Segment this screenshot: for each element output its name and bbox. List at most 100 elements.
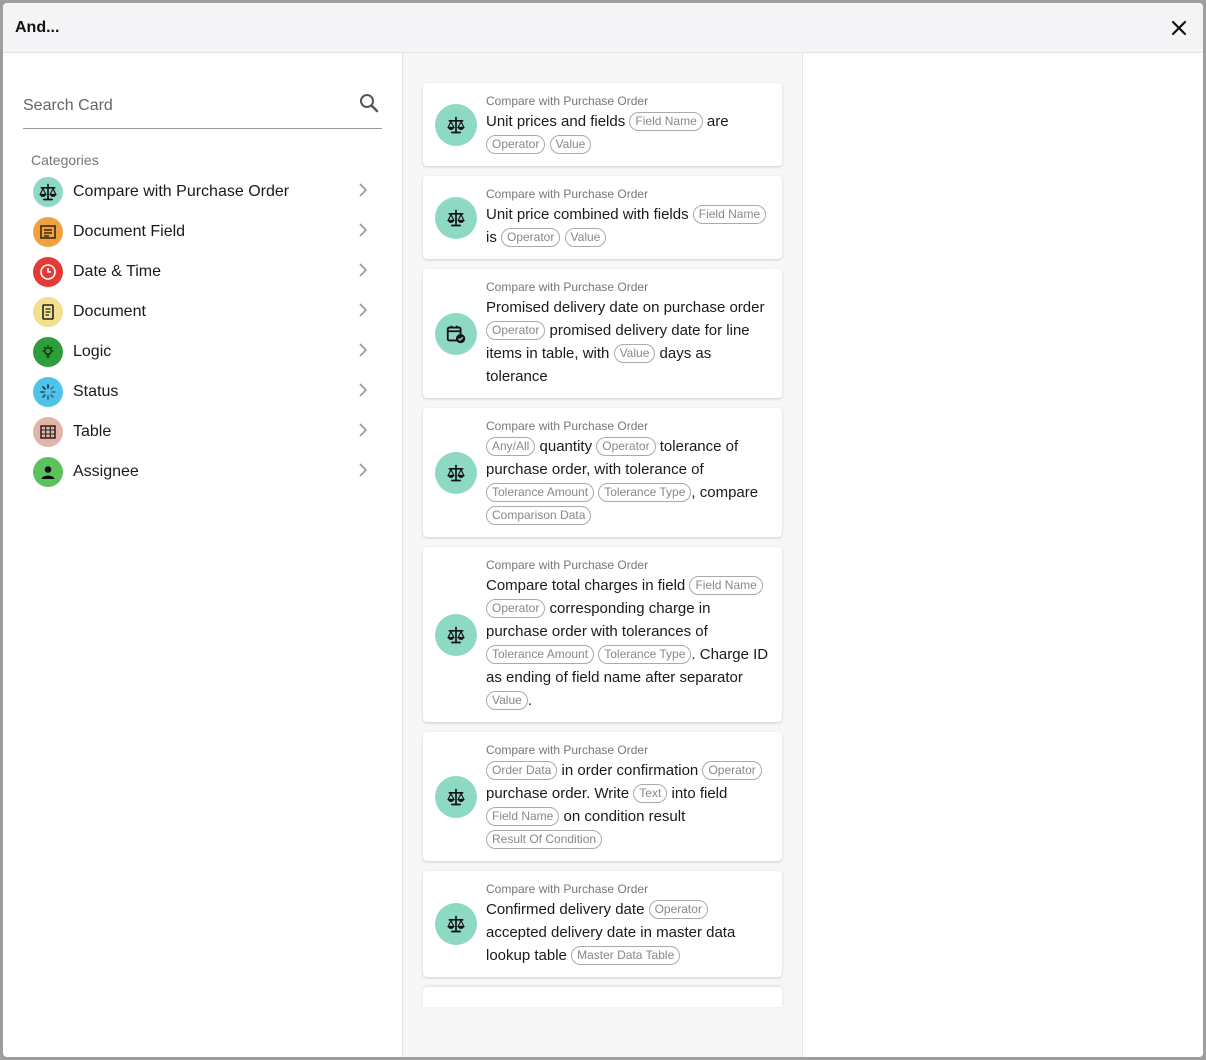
form-icon (33, 217, 63, 247)
parameter-chip[interactable]: Result Of Condition (486, 830, 603, 849)
chevron-right-icon (359, 182, 368, 197)
rule-card[interactable]: Compare with Purchase Order Promised deli… (423, 269, 782, 398)
category-label: Table (73, 423, 112, 440)
parameter-chip[interactable]: Field Name (486, 807, 560, 826)
parameter-chip[interactable]: Field Name (692, 205, 767, 224)
dialog: And... Categories Compare with Purchase … (3, 3, 1203, 1057)
parameter-chip[interactable]: Value (549, 135, 592, 154)
clock-icon (33, 257, 63, 287)
parameter-chip[interactable]: Field Name (629, 112, 703, 131)
left-panel: Categories Compare with Purchase Order Do… (3, 53, 403, 1057)
card-text: in order confirmation (557, 762, 703, 779)
card-description: Any/All quantity Operator tolerance of p… (486, 435, 770, 527)
close-button[interactable] (1167, 16, 1191, 40)
card-description: Compare total charges in field Field Nam… (486, 574, 770, 712)
search-box (23, 83, 382, 129)
card-text: purchase order. Write (486, 785, 634, 802)
card-text: Compare total charges in field (486, 577, 690, 594)
card-partial[interactable] (423, 987, 782, 1007)
card-text: . (527, 692, 532, 709)
parameter-chip[interactable]: Value (564, 228, 607, 247)
chevron-right-icon (359, 342, 368, 357)
dialog-header: And... (3, 3, 1203, 53)
card-text: quantity (535, 438, 597, 455)
chevron-right-icon (359, 262, 368, 277)
chevron-right-icon (359, 382, 368, 397)
search-input[interactable] (23, 96, 323, 115)
card-text: , compare (691, 484, 759, 501)
card-text: are (702, 113, 729, 130)
parameter-chip[interactable]: Operator (501, 228, 561, 247)
card-category: Compare with Purchase Order (486, 187, 649, 201)
scale-icon (435, 103, 477, 146)
scale-icon (435, 903, 477, 945)
category-item[interactable]: Document (23, 292, 382, 332)
card-text: Unit price combined with fields (486, 206, 693, 223)
rule-card[interactable]: Compare with Purchase Order Any/All quant… (423, 408, 782, 537)
parameter-chip[interactable]: Operator (702, 761, 762, 780)
rule-card[interactable]: Compare with Purchase Order Order Data in… (423, 732, 782, 861)
right-panel (803, 53, 1203, 1057)
parameter-chip[interactable]: Operator (486, 321, 546, 340)
card-text (545, 136, 549, 153)
category-chevron (358, 182, 368, 203)
parameter-chip[interactable]: Value (613, 344, 656, 363)
category-item[interactable]: Document Field (23, 212, 382, 252)
scale-icon (435, 451, 477, 494)
parameter-chip[interactable]: Operator (486, 135, 546, 154)
parameter-chip[interactable]: Master Data Table (571, 946, 681, 965)
category-item[interactable]: Compare with Purchase Order (23, 172, 382, 212)
parameter-chip[interactable]: Field Name (689, 576, 763, 595)
category-item[interactable]: Table (23, 412, 382, 452)
parameter-chip[interactable]: Text (633, 784, 668, 803)
category-chevron (358, 222, 368, 243)
parameter-chip[interactable]: Operator (596, 437, 656, 456)
card-description: Confirmed delivery date Operator accepte… (486, 898, 770, 967)
category-label: Status (73, 383, 119, 400)
spinner-icon (33, 377, 63, 407)
parameter-chip[interactable]: Any/All (486, 437, 536, 456)
card-description: Promised delivery date on purchase order… (486, 296, 770, 388)
bulb-icon (33, 337, 63, 367)
parameter-chip[interactable]: Operator (648, 900, 708, 919)
card-category: Compare with Purchase Order (486, 743, 649, 757)
category-label: Document Field (73, 223, 186, 240)
parameter-chip[interactable]: Operator (486, 599, 546, 618)
card-description: Unit prices and fields Field Name are Op… (486, 110, 770, 156)
parameter-chip[interactable]: Comparison Data (486, 506, 592, 525)
parameter-chip[interactable]: Value (486, 691, 528, 710)
parameter-chip[interactable]: Tolerance Type (598, 645, 692, 664)
scale-icon (435, 613, 477, 656)
table-icon (33, 417, 63, 447)
dialog-title: And... (15, 18, 60, 36)
parameter-chip[interactable]: Tolerance Type (598, 483, 692, 502)
card-text: into field (667, 785, 728, 802)
rule-card[interactable]: Compare with Purchase Order Unit prices a… (423, 83, 782, 166)
category-item[interactable]: Logic (23, 332, 382, 372)
scale-icon (435, 775, 477, 818)
parameter-chip[interactable]: Tolerance Amount (486, 645, 595, 664)
rule-card[interactable]: Compare with Purchase Order Confirmed del… (423, 871, 782, 977)
chevron-right-icon (359, 222, 368, 237)
category-item[interactable]: Status (23, 372, 382, 412)
card-category: Compare with Purchase Order (486, 419, 649, 433)
rule-card[interactable]: Compare with Purchase Order Unit price co… (423, 176, 782, 259)
categories-heading: Categories (31, 152, 99, 168)
card-text: on condition result (559, 808, 686, 825)
card-category: Compare with Purchase Order (486, 280, 649, 294)
search-button[interactable] (359, 93, 379, 118)
category-item[interactable]: Date & Time (23, 252, 382, 292)
card-text: Promised delivery date on purchase order (486, 299, 765, 316)
card-text (560, 229, 564, 246)
close-icon (1171, 20, 1187, 35)
scale-icon (435, 196, 477, 239)
parameter-chip[interactable]: Tolerance Amount (486, 483, 595, 502)
category-item[interactable]: Assignee (23, 452, 382, 492)
parameter-chip[interactable]: Order Data (486, 761, 558, 780)
cards-panel: Compare with Purchase Order Unit prices a… (403, 53, 803, 1057)
card-description: Unit price combined with fields Field Na… (486, 203, 770, 249)
category-chevron (358, 302, 368, 323)
rule-card[interactable]: Compare with Purchase Order Compare total… (423, 547, 782, 722)
categories-list: Compare with Purchase Order Document Fiel… (23, 172, 382, 492)
search-icon (360, 94, 379, 113)
